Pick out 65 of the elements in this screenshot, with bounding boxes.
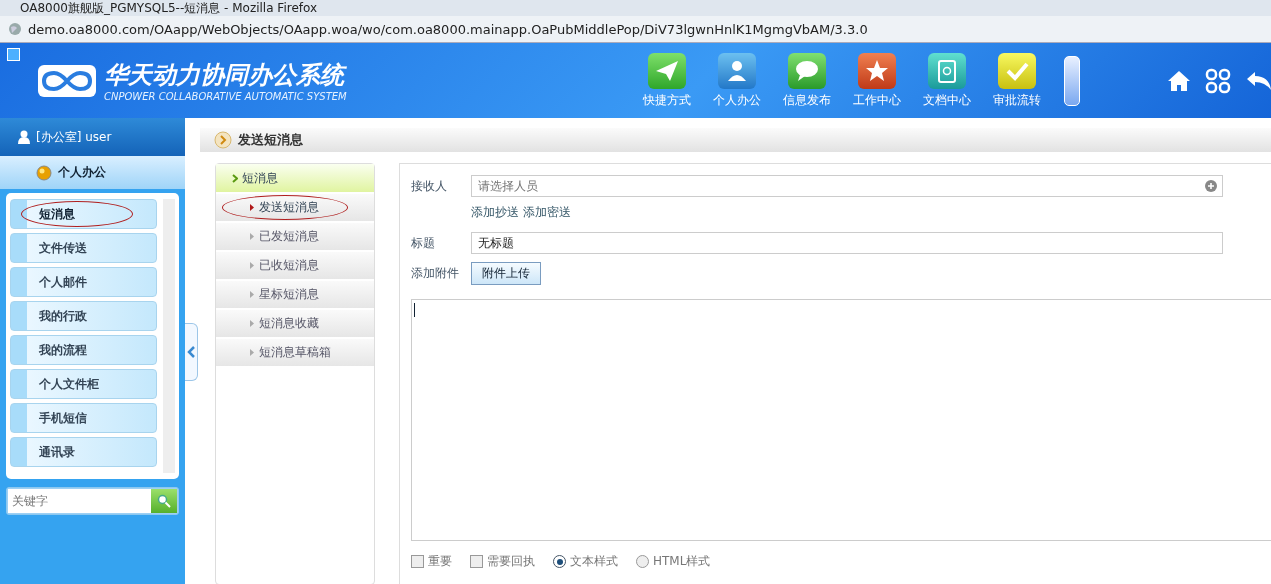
orb-icon (36, 164, 52, 181)
window-title: OA8000旗舰版_PGMYSQL5--短消息 - Mozilla Firefox (0, 0, 1271, 16)
triangle-icon (250, 291, 254, 298)
radio-label: HTML样式 (653, 553, 711, 570)
add-icon[interactable] (1205, 180, 1217, 192)
subnav-item[interactable]: 发送短消息 (216, 194, 374, 221)
nav-button[interactable]: 文档中心 (918, 52, 976, 109)
checkbox[interactable] (470, 555, 483, 568)
user-icon (18, 130, 30, 144)
paper-plane-icon (648, 52, 686, 89)
nav-button[interactable]: 审批流转 (988, 52, 1046, 109)
subnav-item[interactable]: 已收短消息 (216, 252, 374, 279)
home-icon[interactable] (1167, 69, 1191, 92)
sidebar-item[interactable]: 我的行政 (10, 301, 157, 331)
checkbox-label: 重要 (428, 553, 452, 570)
nav-button[interactable]: 工作中心 (848, 52, 906, 109)
sidebar-item[interactable]: 文件传送 (10, 233, 157, 263)
radio-button[interactable] (636, 555, 649, 568)
add-bcc-link[interactable]: 添加密送 (523, 204, 571, 221)
checkmark-icon (998, 52, 1036, 89)
infinity-logo-icon (38, 64, 96, 97)
subnav-item[interactable]: 星标短消息 (216, 281, 374, 308)
person-icon (718, 52, 756, 89)
upload-button[interactable]: 附件上传 (471, 261, 541, 285)
subnav-item[interactable]: 短消息收藏 (216, 310, 374, 337)
logo-subtitle: CNPOWER COLLABORATIVE AUTOMATIC SYSTEM (104, 91, 347, 102)
recipient-field[interactable]: 请选择人员 (471, 175, 1223, 197)
checkbox-label: 需要回执 (487, 553, 535, 570)
globe-icon (8, 22, 22, 36)
back-arrow-icon[interactable] (1245, 69, 1271, 92)
sidebar-item[interactable]: 短消息 (10, 199, 157, 229)
attachment-label: 添加附件 (411, 264, 460, 282)
subject-field[interactable]: 无标题 (471, 232, 1223, 254)
triangle-icon (250, 320, 254, 327)
subnav-item[interactable]: 已发短消息 (216, 223, 374, 250)
triangle-icon (250, 233, 254, 240)
section-title: 个人办公 (58, 164, 106, 181)
triangle-icon (250, 204, 254, 211)
add-cc-link[interactable]: 添加抄送 (471, 204, 519, 221)
sidebar-item[interactable]: 我的流程 (10, 335, 157, 365)
subject-label: 标题 (411, 234, 436, 252)
logo-title: 华天动力协同办公系统 (104, 59, 347, 91)
triangle-icon (250, 262, 254, 269)
sidebar-item[interactable]: 个人文件柜 (10, 369, 157, 399)
checkbox[interactable] (411, 555, 424, 568)
recipient-label: 接收人 (411, 177, 448, 195)
grid-icon[interactable] (1205, 67, 1231, 94)
address-book-icon (928, 52, 966, 89)
sidebar-item[interactable]: 手机短信 (10, 403, 157, 433)
chevron-right-icon (232, 173, 238, 183)
sidebar-item[interactable]: 通讯录 (10, 437, 157, 467)
window-icon (7, 48, 20, 61)
collapse-button[interactable] (185, 322, 198, 381)
subnav-item[interactable]: 短消息草稿箱 (216, 339, 374, 366)
user-name: [办公室] user (36, 128, 112, 146)
radio-button[interactable] (553, 555, 566, 568)
sidebar-item[interactable]: 个人邮件 (10, 267, 157, 297)
speech-bubble-icon (788, 52, 826, 89)
radio-label: 文本样式 (570, 553, 618, 570)
triangle-icon (250, 349, 254, 356)
chevron-circle-icon (214, 131, 232, 149)
subnav-header: 短消息 (242, 169, 278, 187)
page-title: 发送短消息 (238, 131, 303, 149)
chevron-left-icon (187, 345, 195, 358)
more-button[interactable] (1064, 55, 1080, 106)
